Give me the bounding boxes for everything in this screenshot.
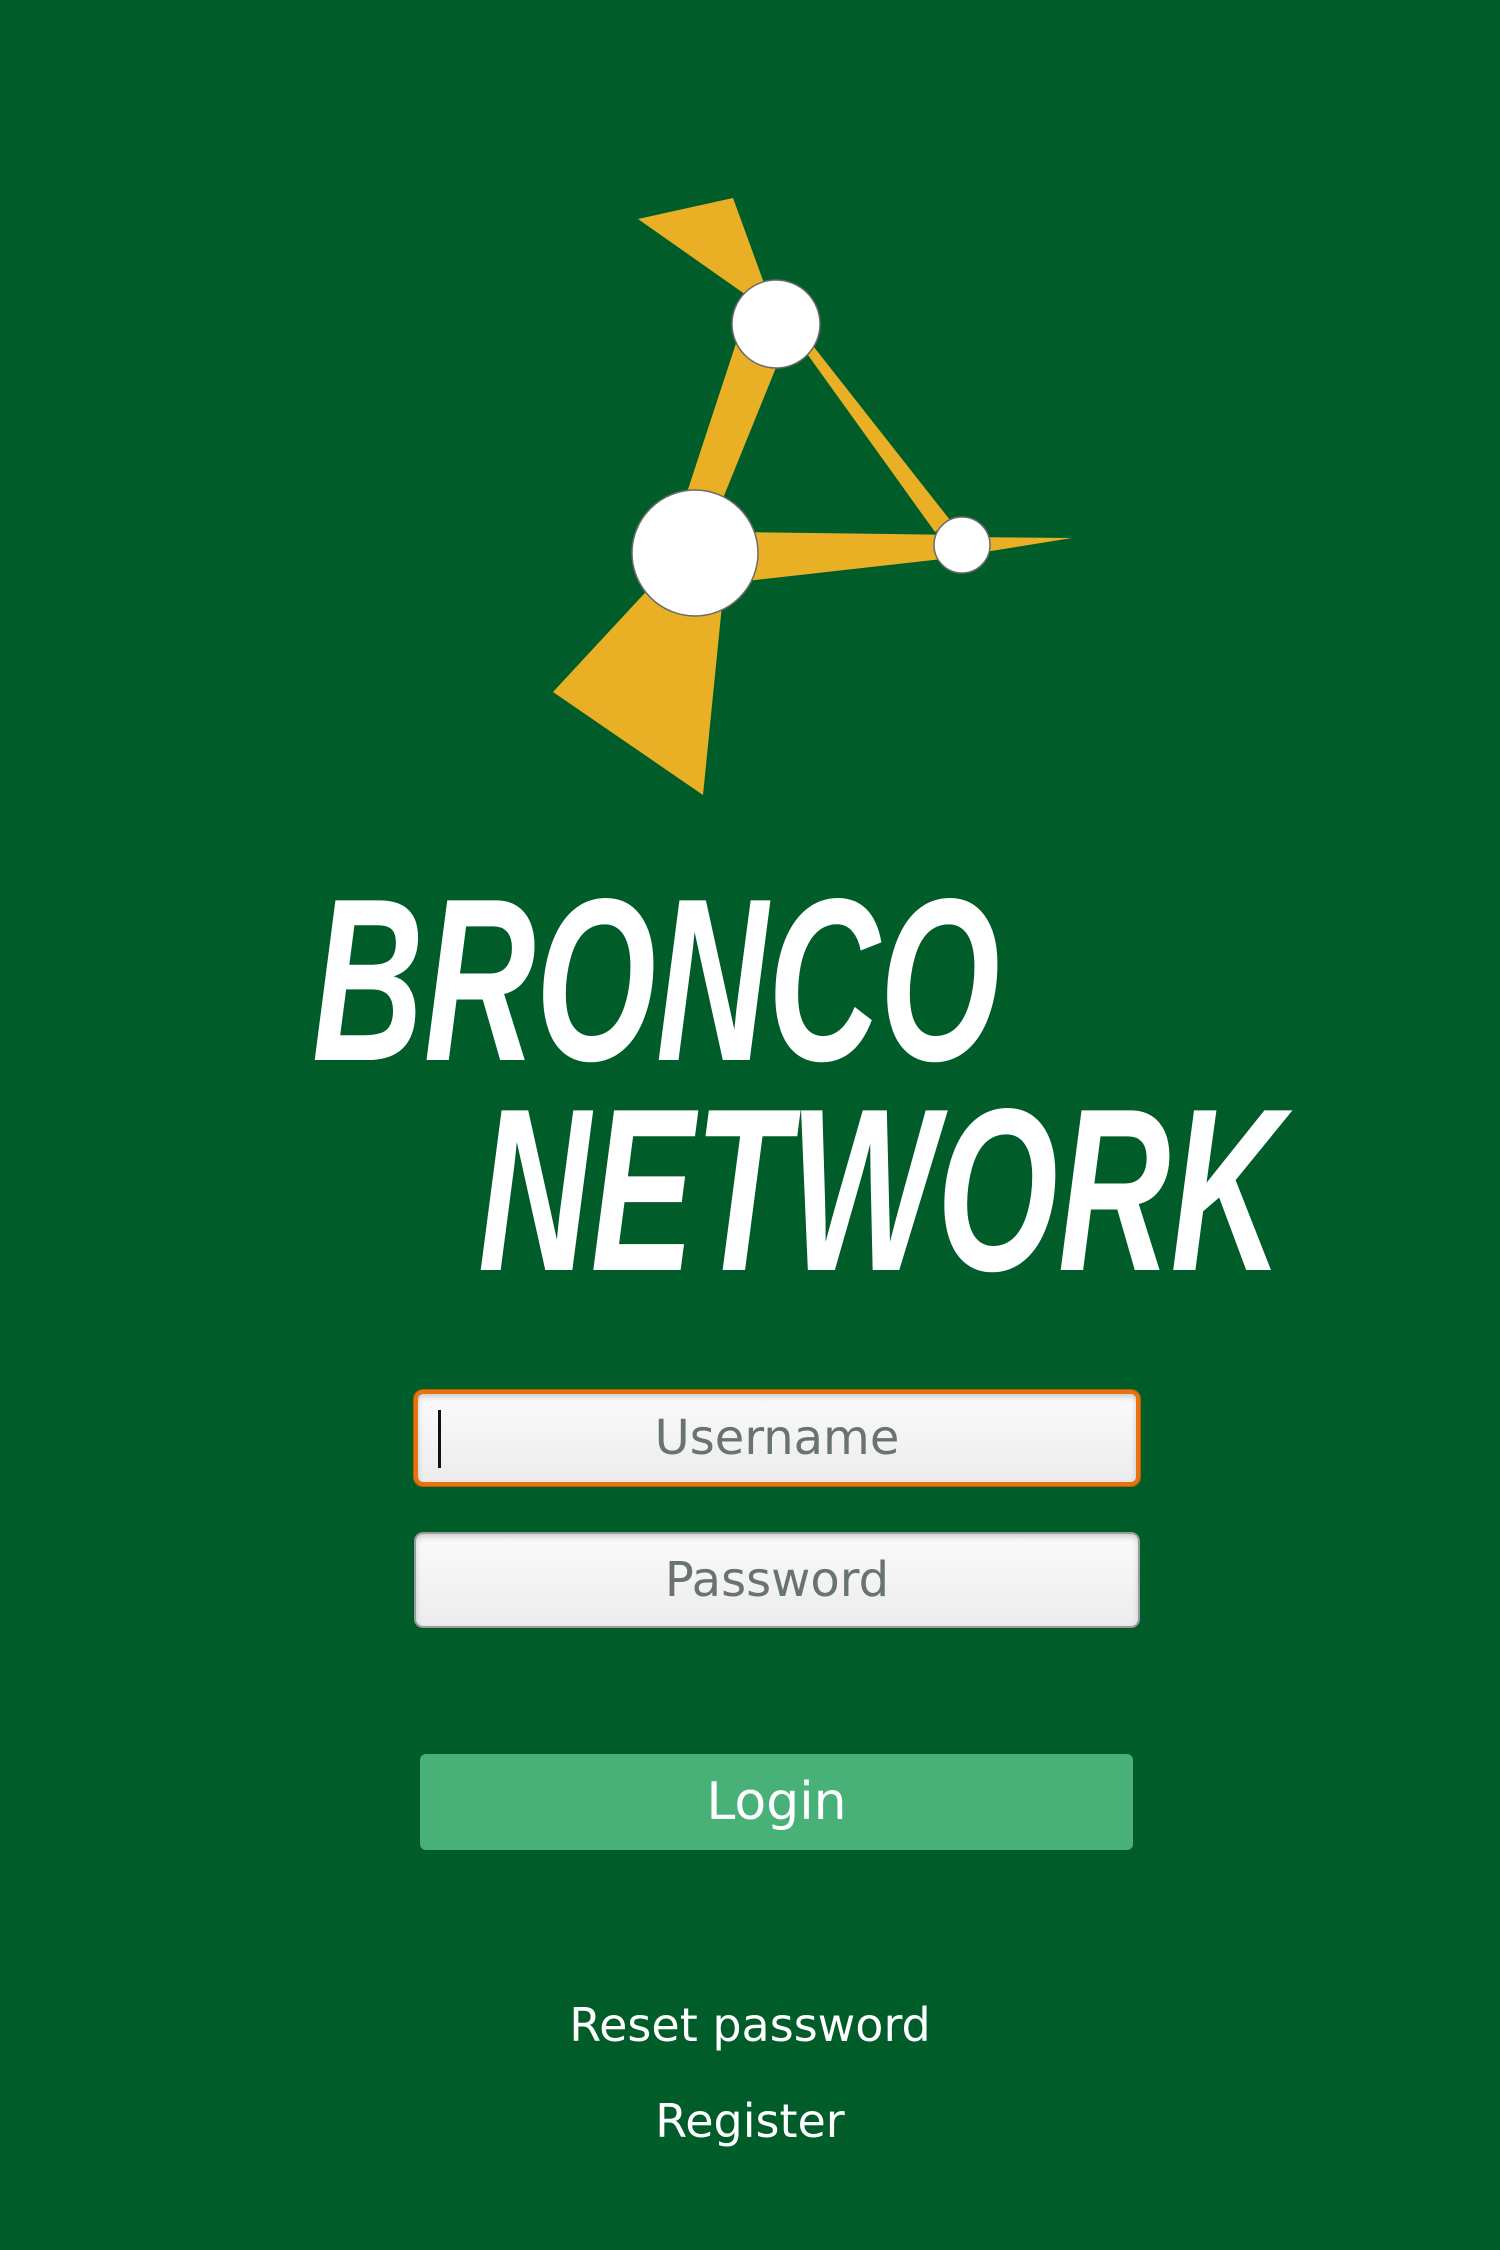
login-screen: Bronco Network Login Reset password Regi… [0,0,1500,2250]
register-link[interactable]: Register [0,2094,1500,2148]
brand-line-2: Network [478,1061,1293,1290]
username-input[interactable] [418,1394,1136,1482]
login-button-label: Login [706,1772,847,1832]
brand-wordmark: Bronco Network [312,851,1293,1290]
login-button[interactable]: Login [420,1754,1133,1850]
text-caret [438,1410,441,1468]
username-field[interactable] [414,1390,1140,1486]
reset-password-link[interactable]: Reset password [0,1998,1500,2052]
password-input[interactable] [416,1534,1138,1626]
network-nodes-logo-icon [553,198,1072,795]
password-field[interactable] [414,1532,1140,1628]
